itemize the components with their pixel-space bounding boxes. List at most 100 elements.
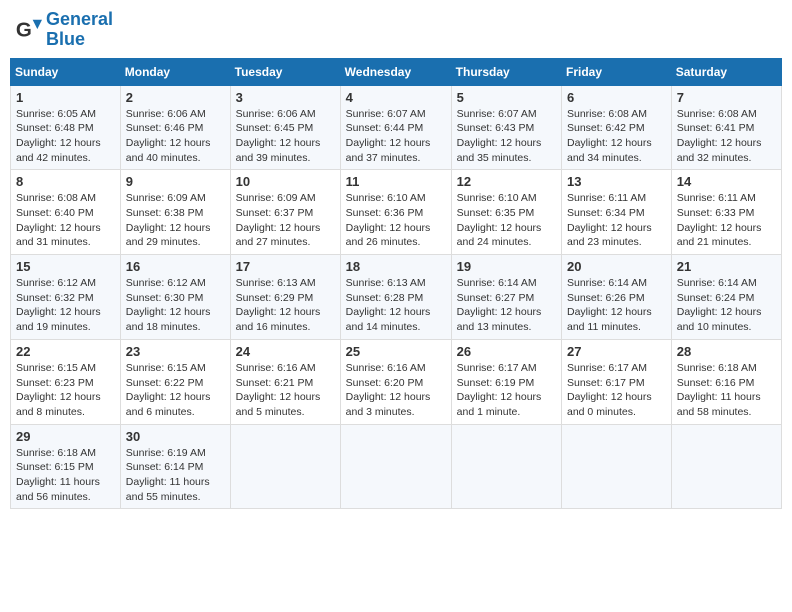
calendar-week-row: 1 Sunrise: 6:05 AM Sunset: 6:48 PM Dayli… [11, 85, 782, 170]
day-info: Sunrise: 6:14 AM Sunset: 6:24 PM Dayligh… [677, 276, 776, 335]
day-number: 16 [126, 259, 225, 274]
day-number: 24 [236, 344, 335, 359]
day-info: Sunrise: 6:15 AM Sunset: 6:22 PM Dayligh… [126, 361, 225, 420]
day-number: 14 [677, 174, 776, 189]
day-info: Sunrise: 6:09 AM Sunset: 6:37 PM Dayligh… [236, 191, 335, 250]
day-info: Sunrise: 6:16 AM Sunset: 6:20 PM Dayligh… [346, 361, 446, 420]
day-number: 15 [16, 259, 115, 274]
day-number: 1 [16, 90, 115, 105]
weekday-header: Saturday [671, 58, 781, 85]
day-info: Sunrise: 6:08 AM Sunset: 6:42 PM Dayligh… [567, 107, 666, 166]
day-number: 5 [457, 90, 556, 105]
day-number: 3 [236, 90, 335, 105]
day-info: Sunrise: 6:11 AM Sunset: 6:34 PM Dayligh… [567, 191, 666, 250]
day-number: 21 [677, 259, 776, 274]
calendar-table: SundayMondayTuesdayWednesdayThursdayFrid… [10, 58, 782, 510]
day-info: Sunrise: 6:12 AM Sunset: 6:30 PM Dayligh… [126, 276, 225, 335]
calendar-cell: 25 Sunrise: 6:16 AM Sunset: 6:20 PM Dayl… [340, 339, 451, 424]
day-number: 18 [346, 259, 446, 274]
day-number: 19 [457, 259, 556, 274]
calendar-cell: 21 Sunrise: 6:14 AM Sunset: 6:24 PM Dayl… [671, 255, 781, 340]
calendar-week-row: 22 Sunrise: 6:15 AM Sunset: 6:23 PM Dayl… [11, 339, 782, 424]
day-number: 23 [126, 344, 225, 359]
calendar-cell: 24 Sunrise: 6:16 AM Sunset: 6:21 PM Dayl… [230, 339, 340, 424]
day-number: 13 [567, 174, 666, 189]
day-info: Sunrise: 6:10 AM Sunset: 6:35 PM Dayligh… [457, 191, 556, 250]
calendar-cell: 30 Sunrise: 6:19 AM Sunset: 6:14 PM Dayl… [120, 424, 230, 509]
day-number: 7 [677, 90, 776, 105]
day-info: Sunrise: 6:18 AM Sunset: 6:15 PM Dayligh… [16, 446, 115, 505]
calendar-week-row: 8 Sunrise: 6:08 AM Sunset: 6:40 PM Dayli… [11, 170, 782, 255]
day-number: 11 [346, 174, 446, 189]
day-info: Sunrise: 6:17 AM Sunset: 6:19 PM Dayligh… [457, 361, 556, 420]
day-number: 9 [126, 174, 225, 189]
calendar-cell: 9 Sunrise: 6:09 AM Sunset: 6:38 PM Dayli… [120, 170, 230, 255]
day-number: 4 [346, 90, 446, 105]
day-number: 22 [16, 344, 115, 359]
day-number: 12 [457, 174, 556, 189]
weekday-row: SundayMondayTuesdayWednesdayThursdayFrid… [11, 58, 782, 85]
day-info: Sunrise: 6:14 AM Sunset: 6:26 PM Dayligh… [567, 276, 666, 335]
day-number: 10 [236, 174, 335, 189]
day-info: Sunrise: 6:05 AM Sunset: 6:48 PM Dayligh… [16, 107, 115, 166]
calendar-cell: 14 Sunrise: 6:11 AM Sunset: 6:33 PM Dayl… [671, 170, 781, 255]
day-number: 25 [346, 344, 446, 359]
calendar-cell: 7 Sunrise: 6:08 AM Sunset: 6:41 PM Dayli… [671, 85, 781, 170]
calendar-cell: 15 Sunrise: 6:12 AM Sunset: 6:32 PM Dayl… [11, 255, 121, 340]
calendar-cell: 27 Sunrise: 6:17 AM Sunset: 6:17 PM Dayl… [562, 339, 672, 424]
calendar-cell: 26 Sunrise: 6:17 AM Sunset: 6:19 PM Dayl… [451, 339, 561, 424]
day-number: 17 [236, 259, 335, 274]
day-info: Sunrise: 6:16 AM Sunset: 6:21 PM Dayligh… [236, 361, 335, 420]
day-info: Sunrise: 6:07 AM Sunset: 6:43 PM Dayligh… [457, 107, 556, 166]
calendar-cell: 1 Sunrise: 6:05 AM Sunset: 6:48 PM Dayli… [11, 85, 121, 170]
logo: G General Blue [14, 10, 113, 50]
day-number: 20 [567, 259, 666, 274]
calendar-cell: 3 Sunrise: 6:06 AM Sunset: 6:45 PM Dayli… [230, 85, 340, 170]
calendar-week-row: 15 Sunrise: 6:12 AM Sunset: 6:32 PM Dayl… [11, 255, 782, 340]
day-info: Sunrise: 6:15 AM Sunset: 6:23 PM Dayligh… [16, 361, 115, 420]
day-number: 2 [126, 90, 225, 105]
day-info: Sunrise: 6:12 AM Sunset: 6:32 PM Dayligh… [16, 276, 115, 335]
calendar-cell [340, 424, 451, 509]
calendar-week-row: 29 Sunrise: 6:18 AM Sunset: 6:15 PM Dayl… [11, 424, 782, 509]
weekday-header: Monday [120, 58, 230, 85]
calendar-cell: 6 Sunrise: 6:08 AM Sunset: 6:42 PM Dayli… [562, 85, 672, 170]
day-info: Sunrise: 6:08 AM Sunset: 6:40 PM Dayligh… [16, 191, 115, 250]
day-number: 30 [126, 429, 225, 444]
day-info: Sunrise: 6:10 AM Sunset: 6:36 PM Dayligh… [346, 191, 446, 250]
calendar-cell: 18 Sunrise: 6:13 AM Sunset: 6:28 PM Dayl… [340, 255, 451, 340]
day-info: Sunrise: 6:06 AM Sunset: 6:45 PM Dayligh… [236, 107, 335, 166]
day-info: Sunrise: 6:08 AM Sunset: 6:41 PM Dayligh… [677, 107, 776, 166]
page-header: G General Blue [10, 10, 782, 50]
weekday-header: Thursday [451, 58, 561, 85]
day-info: Sunrise: 6:18 AM Sunset: 6:16 PM Dayligh… [677, 361, 776, 420]
calendar-cell: 28 Sunrise: 6:18 AM Sunset: 6:16 PM Dayl… [671, 339, 781, 424]
svg-text:G: G [16, 18, 32, 41]
day-number: 28 [677, 344, 776, 359]
calendar-cell [230, 424, 340, 509]
calendar-body: 1 Sunrise: 6:05 AM Sunset: 6:48 PM Dayli… [11, 85, 782, 509]
calendar-cell: 17 Sunrise: 6:13 AM Sunset: 6:29 PM Dayl… [230, 255, 340, 340]
weekday-header: Friday [562, 58, 672, 85]
day-number: 8 [16, 174, 115, 189]
calendar-cell [451, 424, 561, 509]
logo-icon: G [14, 16, 42, 44]
day-info: Sunrise: 6:07 AM Sunset: 6:44 PM Dayligh… [346, 107, 446, 166]
day-number: 26 [457, 344, 556, 359]
calendar-cell: 19 Sunrise: 6:14 AM Sunset: 6:27 PM Dayl… [451, 255, 561, 340]
logo-text: General Blue [46, 10, 113, 50]
calendar-cell: 11 Sunrise: 6:10 AM Sunset: 6:36 PM Dayl… [340, 170, 451, 255]
weekday-header: Tuesday [230, 58, 340, 85]
day-number: 29 [16, 429, 115, 444]
calendar-cell: 22 Sunrise: 6:15 AM Sunset: 6:23 PM Dayl… [11, 339, 121, 424]
day-info: Sunrise: 6:19 AM Sunset: 6:14 PM Dayligh… [126, 446, 225, 505]
weekday-header: Wednesday [340, 58, 451, 85]
calendar-cell: 4 Sunrise: 6:07 AM Sunset: 6:44 PM Dayli… [340, 85, 451, 170]
calendar-cell: 23 Sunrise: 6:15 AM Sunset: 6:22 PM Dayl… [120, 339, 230, 424]
day-info: Sunrise: 6:13 AM Sunset: 6:28 PM Dayligh… [346, 276, 446, 335]
calendar-cell: 29 Sunrise: 6:18 AM Sunset: 6:15 PM Dayl… [11, 424, 121, 509]
day-info: Sunrise: 6:09 AM Sunset: 6:38 PM Dayligh… [126, 191, 225, 250]
calendar-header: SundayMondayTuesdayWednesdayThursdayFrid… [11, 58, 782, 85]
day-number: 6 [567, 90, 666, 105]
calendar-cell: 16 Sunrise: 6:12 AM Sunset: 6:30 PM Dayl… [120, 255, 230, 340]
